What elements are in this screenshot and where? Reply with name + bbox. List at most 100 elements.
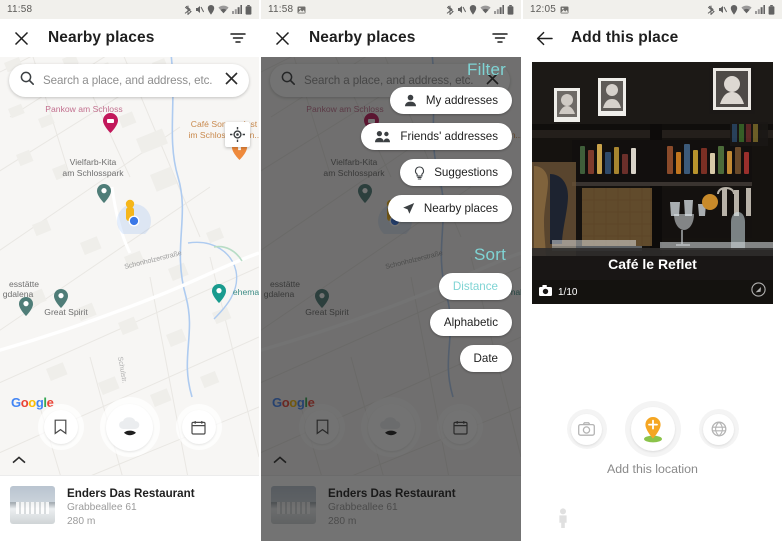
camera-icon[interactable] bbox=[539, 283, 552, 301]
filter-chip-my-addresses[interactable]: My addresses bbox=[389, 87, 512, 114]
place-photo[interactable]: Café le Reflet 1/10 bbox=[532, 62, 773, 304]
add-location-label: Add this location bbox=[607, 462, 698, 476]
map-label-esstaette: esstätte bbox=[8, 279, 40, 289]
battery-icon bbox=[507, 4, 514, 15]
bluetooth-icon bbox=[184, 5, 192, 15]
bulb-icon bbox=[414, 165, 425, 180]
pegman-icon[interactable] bbox=[557, 508, 569, 533]
result-title: Enders Das Restaurant bbox=[67, 487, 195, 500]
chef-hat-icon bbox=[106, 403, 153, 451]
filter-chip-label: Nearby places bbox=[423, 202, 498, 215]
location-icon bbox=[469, 4, 477, 15]
signal-icon bbox=[494, 5, 504, 14]
sort-chip-label: Distance bbox=[452, 280, 498, 293]
location-icon bbox=[207, 4, 215, 15]
filter-chip-label: Suggestions bbox=[434, 166, 498, 179]
edit-icon[interactable] bbox=[751, 282, 766, 302]
bookmark-button[interactable] bbox=[37, 404, 84, 450]
filter-chip-label: Friends' addresses bbox=[400, 130, 498, 143]
filter-heading: Filter bbox=[467, 60, 506, 79]
map-label-great-spirit: Great Spirit bbox=[44, 307, 88, 317]
filter-icon[interactable] bbox=[491, 29, 509, 47]
bluetooth-icon bbox=[446, 5, 454, 15]
result-thumbnail bbox=[10, 486, 55, 524]
app-bar: Nearby places bbox=[0, 19, 259, 57]
map-label-pankow: Pankow am Schloss bbox=[45, 104, 123, 114]
search-input[interactable]: Search a place, and address, etc. bbox=[43, 74, 225, 87]
bookmark-icon bbox=[43, 410, 78, 444]
page-title: Add this place bbox=[571, 29, 679, 46]
filter-icon[interactable] bbox=[229, 29, 247, 47]
navigation-icon bbox=[402, 202, 415, 215]
photo-caption: Café le Reflet bbox=[532, 248, 773, 280]
screenshot-triptych: 11:58 Nearby places Schonholzerstraße Sc… bbox=[0, 0, 782, 541]
status-time: 12:05 bbox=[530, 4, 557, 15]
signal-icon bbox=[232, 5, 242, 14]
filter-chip-nearby-places[interactable]: Nearby places bbox=[387, 195, 512, 222]
globe-button[interactable] bbox=[698, 409, 739, 449]
photo-counter: 1/10 bbox=[558, 286, 578, 298]
mute-icon bbox=[718, 5, 727, 14]
nearby-result-sheet[interactable]: Enders Das Restaurant Grabbeallee 61 280… bbox=[0, 475, 259, 541]
expand-sheet-chevron[interactable] bbox=[12, 451, 26, 469]
map-label-vielfarb-2: am Schlosspark bbox=[62, 168, 124, 178]
my-location-button[interactable] bbox=[225, 122, 250, 147]
status-bar: 12:05 bbox=[523, 0, 782, 19]
category-actions bbox=[0, 396, 259, 458]
filter-chip-friends-addresses[interactable]: Friends' addresses bbox=[361, 123, 512, 150]
panel-nearby-places: 11:58 Nearby places Schonholzerstraße Sc… bbox=[0, 0, 259, 541]
globe-icon bbox=[703, 413, 734, 445]
map-label-ehemal: ehemal bbox=[232, 287, 259, 297]
page-title: Nearby places bbox=[48, 29, 155, 46]
result-distance: 280 m bbox=[67, 515, 96, 527]
filter-chip-suggestions[interactable]: Suggestions bbox=[400, 159, 512, 186]
map-canvas[interactable]: Schonholzerstraße Schulstr. Pankow am Sc… bbox=[0, 57, 259, 541]
app-bar: Add this place bbox=[523, 19, 782, 57]
people-icon bbox=[375, 130, 391, 143]
filter-chip-label: My addresses bbox=[425, 94, 498, 107]
wifi-icon bbox=[480, 5, 491, 14]
clear-icon[interactable] bbox=[225, 71, 238, 90]
sort-chip-date[interactable]: Date bbox=[459, 345, 512, 372]
wifi-icon bbox=[218, 5, 229, 14]
pin-plus-icon bbox=[630, 407, 675, 451]
app-bar: Nearby places bbox=[261, 19, 521, 57]
mute-icon bbox=[457, 5, 466, 14]
sort-chip-label: Alphabetic bbox=[443, 316, 498, 329]
status-bar: 11:58 bbox=[0, 0, 259, 19]
restaurant-button[interactable] bbox=[99, 397, 160, 457]
bluetooth-icon bbox=[707, 5, 715, 15]
status-time: 11:58 bbox=[7, 4, 33, 15]
sort-chip-distance[interactable]: Distance bbox=[438, 273, 512, 300]
back-arrow-icon[interactable] bbox=[535, 29, 553, 47]
close-icon[interactable] bbox=[12, 29, 30, 47]
battery-icon bbox=[768, 4, 775, 15]
mute-icon bbox=[195, 5, 204, 14]
sort-heading: Sort bbox=[474, 245, 506, 264]
search-icon bbox=[20, 71, 34, 90]
calendar-icon bbox=[181, 410, 216, 444]
search-bar[interactable]: Search a place, and address, etc. bbox=[9, 64, 249, 97]
battery-icon bbox=[245, 4, 252, 15]
add-place-button[interactable] bbox=[624, 401, 681, 457]
person-icon bbox=[404, 94, 417, 107]
sort-chip-label: Date bbox=[473, 352, 499, 365]
add-place-actions bbox=[523, 398, 782, 460]
calendar-button[interactable] bbox=[175, 404, 222, 450]
camera-icon bbox=[571, 413, 602, 445]
close-icon[interactable] bbox=[273, 29, 291, 47]
status-time: 11:58 bbox=[268, 4, 294, 15]
status-bar: 11:58 bbox=[261, 0, 521, 19]
page-title: Nearby places bbox=[309, 29, 416, 46]
sort-chip-alphabetic[interactable]: Alphabetic bbox=[429, 309, 512, 336]
map-label-vielfarb-1: Vielfarb-Kita bbox=[69, 157, 117, 167]
panel-filter-menu: 11:58 Nearby places Filter My addresses … bbox=[261, 0, 521, 541]
location-icon bbox=[730, 4, 738, 15]
add-photo-button[interactable] bbox=[566, 409, 607, 449]
wifi-icon bbox=[741, 5, 752, 14]
panel-add-place: 12:05 Add this place Café le Reflet 1/10… bbox=[523, 0, 782, 541]
screenshot-icon bbox=[297, 6, 306, 14]
result-address: Grabbeallee 61 bbox=[67, 502, 137, 513]
photo-toolbar: 1/10 bbox=[532, 280, 773, 304]
screenshot-icon bbox=[560, 6, 569, 14]
